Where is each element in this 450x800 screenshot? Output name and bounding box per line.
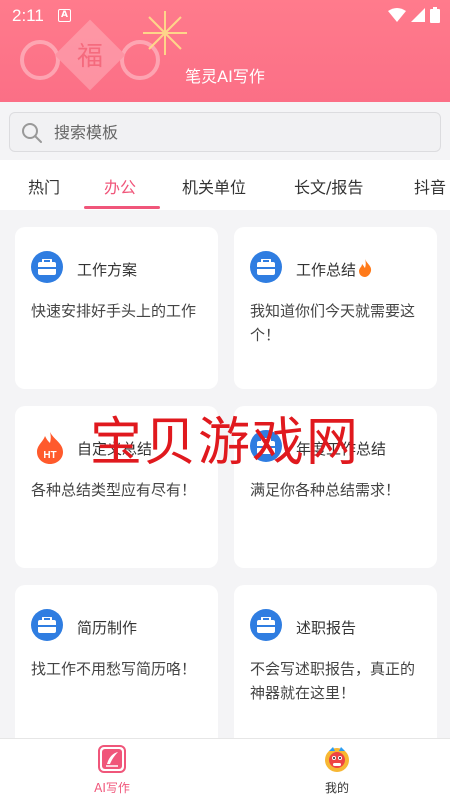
card-description: 不会写述职报告，真正的神器就在这里！ bbox=[250, 660, 416, 702]
card-title: 述职报告 bbox=[296, 619, 357, 637]
nav-label-ai-writing: AI写作 bbox=[94, 781, 130, 795]
card-description: 各种总结类型应有尽有！ bbox=[31, 481, 197, 499]
tab-long-report[interactable]: 长文/报告 bbox=[294, 174, 363, 198]
template-card[interactable]: 简历制作 找工作不用愁写简历咯！ bbox=[15, 585, 218, 738]
search-icon bbox=[22, 123, 42, 143]
search-bar[interactable] bbox=[9, 112, 441, 152]
card-title-wrapper: 工作总结 bbox=[296, 259, 372, 280]
tab-hot[interactable]: 热门 bbox=[28, 174, 60, 198]
lion-mascot-icon bbox=[325, 747, 349, 772]
card-title: 工作方案 bbox=[77, 261, 138, 279]
card-description: 快速安排好手头上的工作 bbox=[31, 302, 197, 320]
watermark-text: 宝贝游戏网 bbox=[89, 413, 360, 473]
lucky-knot-decoration: 福 bbox=[20, 19, 160, 91]
card-description: 满足你各种总结需求！ bbox=[250, 481, 401, 499]
category-tabs: 热门 办公 机关单位 长文/报告 抖音 bbox=[0, 160, 450, 210]
fire-icon bbox=[359, 259, 372, 277]
template-card[interactable]: 述职报告 不会写述职报告，真正的神器就在这里！ bbox=[234, 585, 437, 738]
tab-douyin[interactable]: 抖音 bbox=[414, 174, 446, 198]
template-card[interactable]: 工作总结 我知道你们今天就需要这个！ bbox=[234, 227, 437, 389]
template-card[interactable]: 工作方案 快速安排好手头上的工作 bbox=[15, 227, 218, 389]
tab-government[interactable]: 机关单位 bbox=[182, 174, 246, 198]
briefcase-icon bbox=[250, 609, 282, 641]
firework-icon bbox=[143, 11, 187, 55]
nav-item-ai-writing[interactable]: AI写作 bbox=[72, 745, 152, 796]
card-description: 我知道你们今天就需要这个！ bbox=[250, 302, 416, 344]
tab-office[interactable]: 办公 bbox=[104, 174, 136, 198]
battery-icon bbox=[430, 7, 440, 23]
briefcase-icon bbox=[250, 251, 282, 283]
page-title: 笔灵AI写作 bbox=[185, 67, 265, 86]
nav-label-profile: 我的 bbox=[324, 781, 349, 795]
bottom-navigation: AI写作 我的 bbox=[0, 738, 450, 800]
briefcase-icon bbox=[31, 251, 63, 283]
card-title: 简历制作 bbox=[77, 619, 138, 637]
status-indicators bbox=[388, 7, 440, 23]
ai-writing-icon bbox=[98, 745, 126, 773]
card-description: 找工作不用愁写简历咯！ bbox=[31, 660, 197, 678]
nav-item-profile[interactable]: 我的 bbox=[297, 745, 377, 796]
briefcase-icon bbox=[31, 609, 63, 641]
signal-icon bbox=[411, 8, 425, 22]
wifi-icon bbox=[388, 8, 406, 22]
search-input[interactable] bbox=[54, 113, 424, 151]
app-header: 2:11 A 福 笔灵AI写作 bbox=[0, 0, 450, 102]
active-tab-indicator bbox=[84, 206, 160, 209]
card-title: 工作总结 bbox=[296, 261, 357, 279]
